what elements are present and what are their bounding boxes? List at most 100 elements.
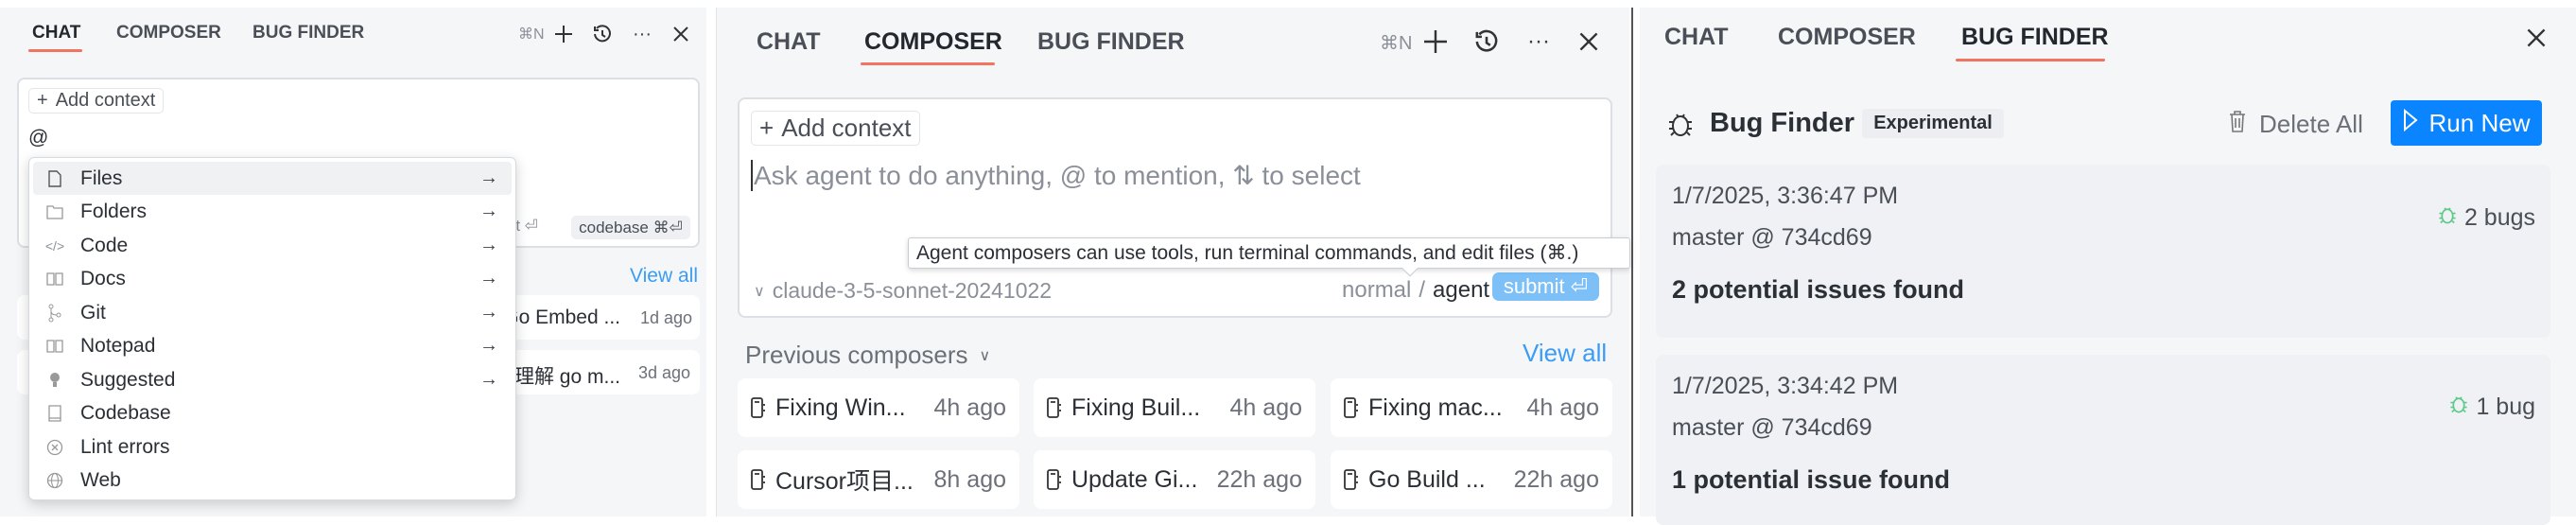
mode-separator: /: [1419, 277, 1426, 303]
bug-icon: [2438, 203, 2457, 233]
codebase-chip[interactable]: codebase ⌘⏎: [571, 216, 690, 239]
menu-item-folders[interactable]: Folders →: [33, 195, 512, 228]
plus-icon[interactable]: [552, 23, 575, 45]
run-branch: master @ 734cd69: [1672, 414, 1872, 441]
delete-all-button[interactable]: Delete All: [2229, 110, 2363, 139]
mode-toggle[interactable]: normal / agent: [1342, 277, 1489, 304]
model-selector[interactable]: ∨ claude-3-5-sonnet-20241022: [754, 278, 1052, 304]
codebase-icon: [44, 404, 65, 422]
composer-card-title: Fixing Win...: [775, 394, 906, 421]
arrow-right-icon: →: [479, 167, 498, 188]
tab-chat[interactable]: CHAT: [757, 28, 821, 56]
run-new-button[interactable]: Run New: [2391, 100, 2542, 146]
tab-bug-finder[interactable]: BUG FINDER: [252, 23, 364, 44]
composer-input-placeholder[interactable]: Ask agent to do anything, @ to mention, …: [751, 160, 1361, 191]
composer-card[interactable]: Fixing Win... 4h ago: [738, 378, 1019, 437]
composer-card-title: Fixing mac...: [1368, 394, 1503, 421]
menu-item-lint-errors[interactable]: Lint errors: [33, 430, 512, 464]
view-all-link[interactable]: View all: [1523, 339, 1607, 368]
composer-card-time: 22h ago: [1216, 465, 1302, 493]
submit-button[interactable]: submit ⏎: [1492, 272, 1599, 301]
more-icon[interactable]: ···: [631, 23, 653, 45]
tab-chat[interactable]: CHAT: [32, 23, 80, 44]
tab-composer[interactable]: COMPOSER: [1778, 24, 1916, 51]
composer-card-time: 4h ago: [1229, 394, 1302, 421]
menu-item-label: Lint errors: [80, 435, 170, 458]
menu-item-docs[interactable]: Docs →: [33, 262, 512, 295]
recent-chat-time: 3d ago: [638, 363, 691, 382]
notebook-icon: [1047, 396, 1062, 419]
bug-count-label: 1 bug: [2476, 394, 2535, 420]
close-icon[interactable]: [1575, 27, 1603, 56]
bug-count[interactable]: 2 bugs: [2438, 203, 2535, 233]
bug-count[interactable]: 1 bug: [2449, 393, 2535, 422]
recent-chat-title: Go Embed ...: [503, 306, 620, 328]
arrow-right-icon: →: [479, 369, 498, 390]
active-tab-underline: [861, 62, 995, 65]
menu-item-web[interactable]: Web: [33, 464, 512, 497]
active-tab-underline: [28, 49, 82, 52]
add-context-button[interactable]: + Add context: [751, 111, 920, 146]
add-context-button[interactable]: + Add context: [28, 88, 165, 114]
recent-chat-time: 1d ago: [640, 308, 693, 327]
plus-icon[interactable]: [1421, 27, 1450, 56]
more-icon[interactable]: ···: [1524, 27, 1553, 56]
menu-item-label: Folders: [80, 200, 148, 222]
book-icon: [44, 271, 65, 287]
bug-run-card[interactable]: 1/7/2025, 3:36:47 PM master @ 734cd69 2 po…: [1656, 165, 2550, 338]
previous-composers-toggle[interactable]: Previous composers ∨: [745, 341, 990, 370]
mode-normal[interactable]: normal: [1342, 277, 1411, 304]
file-icon: [44, 169, 65, 187]
tab-bug-finder[interactable]: BUG FINDER: [1037, 28, 1185, 56]
menu-item-codebase[interactable]: Codebase: [33, 396, 512, 429]
agent-tooltip: Agent composers can use tools, run termi…: [908, 237, 1630, 269]
chat-input-value[interactable]: @: [28, 127, 48, 149]
play-icon: [2403, 108, 2418, 138]
menu-item-label: Suggested: [80, 368, 176, 391]
composer-card-title: Cursor项目...: [775, 468, 914, 495]
arrow-right-icon: →: [479, 268, 498, 289]
view-all-link[interactable]: View all: [630, 265, 698, 288]
composer-card-title: Update Gi...: [1071, 465, 1198, 493]
menu-item-code[interactable]: </> Code →: [33, 229, 512, 262]
history-icon[interactable]: [591, 23, 614, 45]
history-icon[interactable]: [1472, 27, 1501, 56]
run-summary: 2 potential issues found: [1672, 275, 1965, 304]
code-icon: </>: [44, 237, 65, 254]
delete-all-label: Delete All: [2259, 110, 2363, 138]
notebook-icon: [1047, 468, 1062, 491]
menu-item-git[interactable]: Git →: [33, 296, 512, 329]
notebook-icon: [1344, 396, 1359, 419]
composer-card-time: 4h ago: [1526, 394, 1599, 421]
menu-item-files[interactable]: Files →: [33, 162, 512, 195]
composer-card-title: Go Build ...: [1368, 465, 1486, 493]
composer-card[interactable]: Fixing mac... 4h ago: [1331, 378, 1612, 437]
tab-composer[interactable]: COMPOSER: [116, 23, 221, 44]
globe-icon: [44, 472, 65, 489]
close-icon[interactable]: [2522, 24, 2550, 52]
add-context-label: Add context: [781, 114, 912, 142]
tab-bug-finder[interactable]: BUG FINDER: [1961, 24, 2109, 51]
composer-card[interactable]: Go Build ... 22h ago: [1331, 450, 1612, 509]
recent-chat-title: 理解 go m...: [513, 366, 620, 388]
composer-card-time: 22h ago: [1513, 465, 1599, 493]
menu-item-suggested[interactable]: Suggested →: [33, 363, 512, 396]
close-icon[interactable]: [670, 23, 692, 45]
bug-run-card[interactable]: 1/7/2025, 3:34:42 PM master @ 734cd69 1 po…: [1656, 355, 2550, 525]
arrow-right-icon: →: [479, 235, 498, 255]
bug-finder-title: Bug Finder: [1710, 108, 1855, 138]
menu-item-notepad[interactable]: Notepad →: [33, 329, 512, 362]
menu-item-label: Git: [80, 301, 106, 324]
menu-item-label: Code: [80, 234, 129, 256]
tab-chat[interactable]: CHAT: [1664, 24, 1729, 51]
notepad-icon: [44, 339, 65, 354]
composer-card[interactable]: Cursor项目... 8h ago: [738, 450, 1019, 509]
composer-card[interactable]: Fixing Buil... 4h ago: [1034, 378, 1315, 437]
tab-composer[interactable]: COMPOSER: [864, 28, 1002, 56]
composer-card[interactable]: Update Gi... 22h ago: [1034, 450, 1315, 509]
active-tab-underline: [1956, 59, 2105, 61]
bug-icon: [2449, 393, 2468, 422]
mode-agent[interactable]: agent: [1433, 277, 1489, 304]
lint-icon: [44, 439, 65, 456]
arrow-right-icon: →: [479, 302, 498, 323]
